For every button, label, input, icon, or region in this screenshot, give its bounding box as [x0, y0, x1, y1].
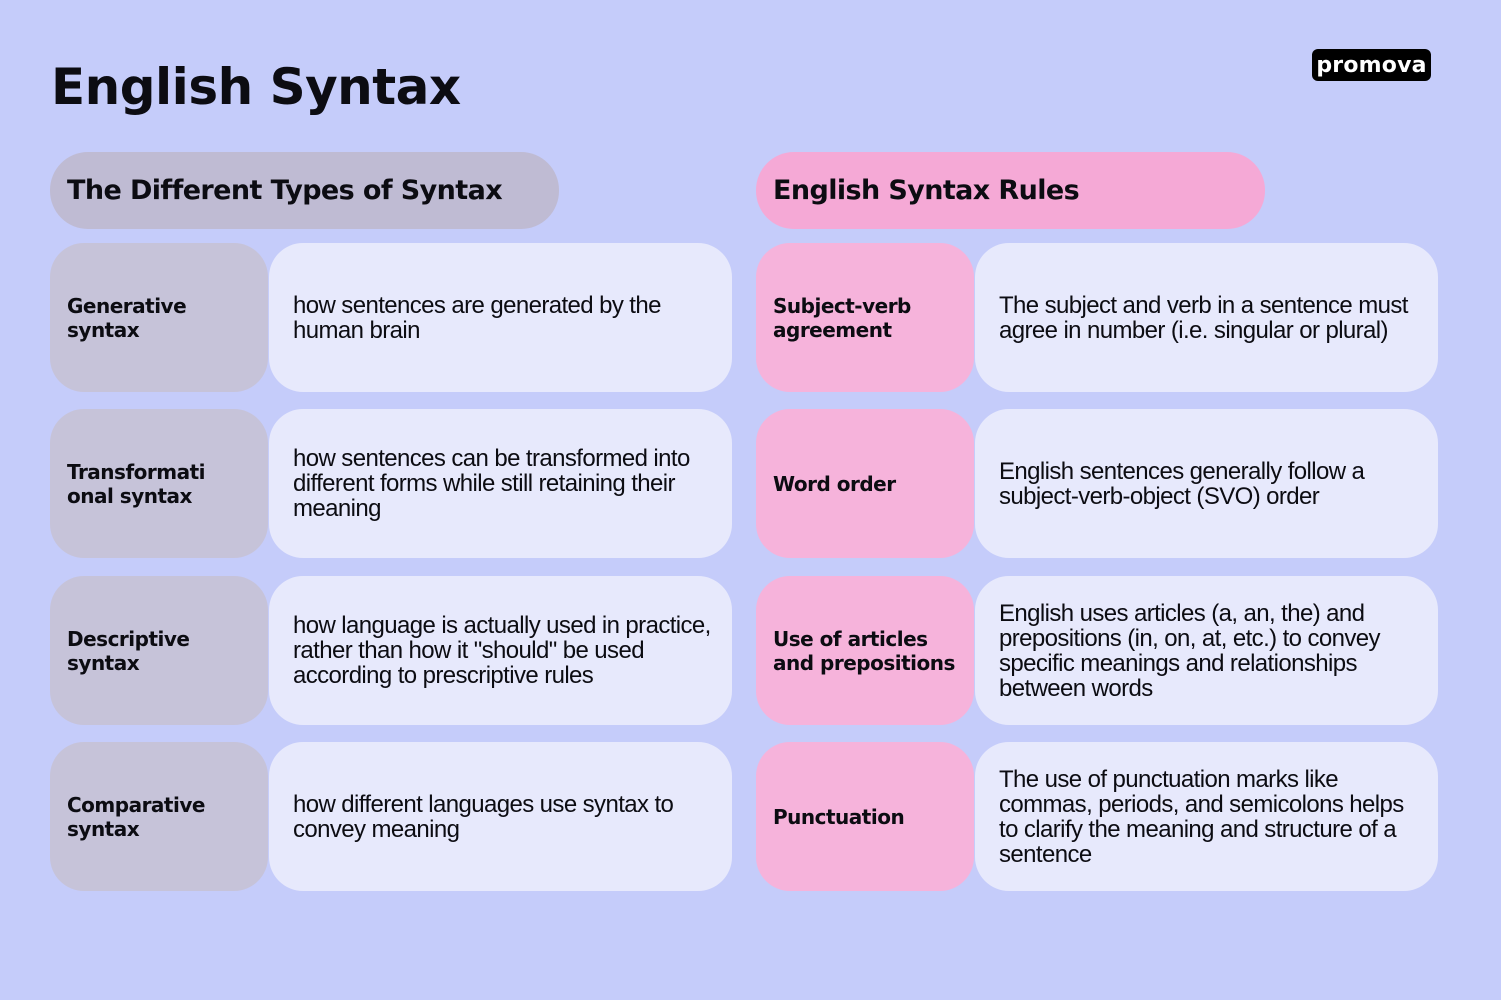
syntax-rule-label: Use of articles and prepositions [756, 576, 974, 725]
syntax-rule-label: Subject-verb agreement [756, 243, 974, 392]
syntax-type-label: Generative syntax [50, 243, 268, 392]
syntax-type-row: Descriptive syntax how language is actua… [50, 576, 732, 725]
syntax-rule-row: Word order English sentences generally f… [756, 409, 1438, 558]
syntax-type-label: Transformati onal syntax [50, 409, 268, 558]
syntax-type-description: how sentences are generated by the human… [269, 243, 732, 392]
types-of-syntax-header: The Different Types of Syntax [50, 152, 559, 229]
syntax-type-row: Comparative syntax how different languag… [50, 742, 732, 891]
syntax-rule-description: English uses articles (a, an, the) and p… [975, 576, 1438, 725]
promova-logo: promova [1312, 49, 1431, 81]
syntax-rule-description: English sentences generally follow a sub… [975, 409, 1438, 558]
syntax-rule-description: The subject and verb in a sentence must … [975, 243, 1438, 392]
syntax-rule-row: Use of articles and prepositions English… [756, 576, 1438, 725]
syntax-type-label: Descriptive syntax [50, 576, 268, 725]
syntax-rule-description: The use of punctuation marks like commas… [975, 742, 1438, 891]
page-title: English Syntax [51, 58, 461, 116]
syntax-type-row: Transformati onal syntax how sentences ca… [50, 409, 732, 558]
syntax-type-row: Generative syntax how sentences are gene… [50, 243, 732, 392]
syntax-rule-row: Punctuation The use of punctuation marks… [756, 742, 1438, 891]
syntax-type-description: how sentences can be transformed into di… [269, 409, 732, 558]
syntax-rule-label: Punctuation [756, 742, 974, 891]
syntax-rules-header: English Syntax Rules [756, 152, 1265, 229]
syntax-type-description: how language is actually used in practic… [269, 576, 732, 725]
syntax-rule-row: Subject-verb agreement The subject and v… [756, 243, 1438, 392]
syntax-rule-label: Word order [756, 409, 974, 558]
syntax-type-label: Comparative syntax [50, 742, 268, 891]
syntax-type-description: how different languages use syntax to co… [269, 742, 732, 891]
